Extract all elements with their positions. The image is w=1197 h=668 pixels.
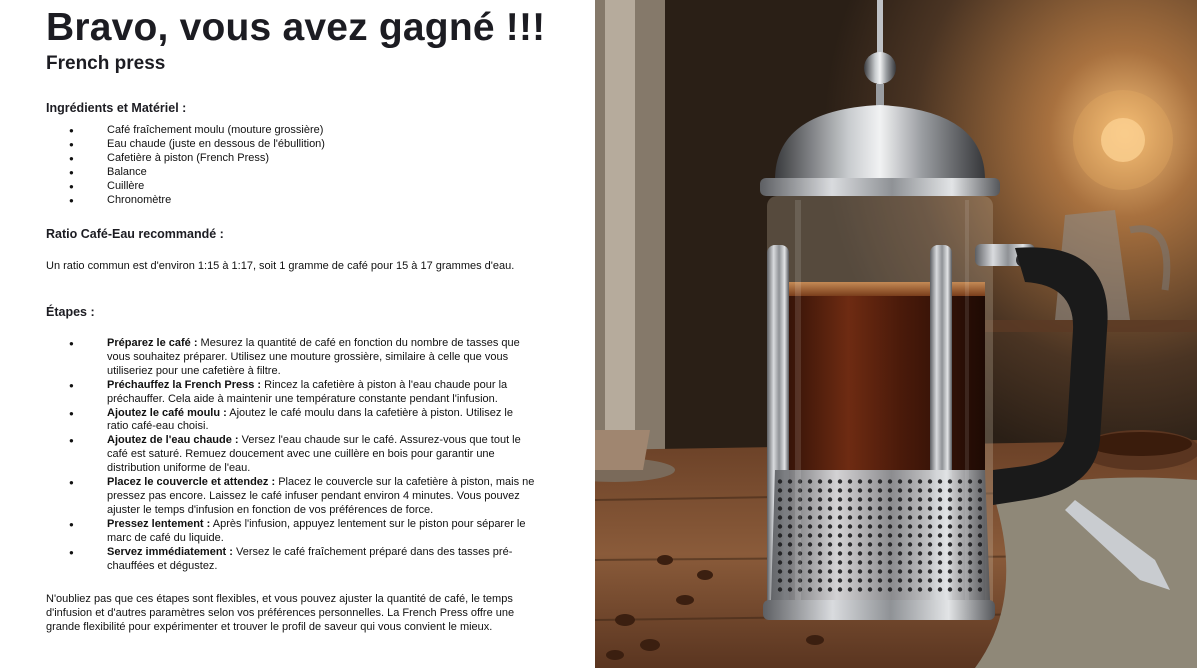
page-subtitle: French press: [46, 53, 166, 74]
step-item: Préchauffez la French Press : Rincez la …: [46, 379, 536, 407]
ingredients-list: Café fraîchement moulu (mouture grossièr…: [46, 124, 325, 207]
step-item: Préparez le café : Mesurez la quantité d…: [46, 337, 536, 379]
steps-list: Préparez le café : Mesurez la quantité d…: [46, 337, 536, 573]
step-item: Servez immédiatement : Versez le café fr…: [46, 546, 536, 574]
ingredients-heading: Ingrédients et Matériel :: [46, 101, 187, 115]
list-item: Cuillère: [46, 180, 325, 194]
list-item: Café fraîchement moulu (mouture grossièr…: [46, 124, 325, 138]
list-item: Chronomètre: [46, 194, 325, 208]
list-item: Balance: [46, 166, 325, 180]
list-item: Eau chaude (juste en dessous de l'ébulli…: [46, 138, 325, 152]
ratio-text: Un ratio commun est d'environ 1:15 à 1:1…: [46, 260, 515, 272]
french-press-photo: [595, 0, 1197, 668]
step-label: Ajoutez le café moulu :: [107, 406, 227, 419]
step-item: Pressez lentement : Après l'infusion, ap…: [46, 518, 536, 546]
step-label: Servez immédiatement :: [107, 545, 233, 558]
step-label: Pressez lentement :: [107, 517, 211, 530]
recipe-panel: Bravo, vous avez gagné !!! French press …: [0, 0, 595, 668]
french-press-illustration: [595, 0, 1197, 668]
step-label: Préchauffez la French Press :: [107, 378, 262, 391]
step-label: Préparez le café :: [107, 337, 198, 349]
step-item: Ajoutez le café moulu : Ajoutez le café …: [46, 407, 536, 435]
step-label: Placez le couvercle et attendez :: [107, 476, 276, 489]
step-item: Ajoutez de l'eau chaude : Versez l'eau c…: [46, 434, 536, 476]
list-item: Cafetière à piston (French Press): [46, 152, 325, 166]
ratio-heading: Ratio Café-Eau recommandé :: [46, 227, 224, 241]
closing-note: N'oubliez pas que ces étapes sont flexib…: [46, 593, 515, 633]
step-item: Placez le couvercle et attendez : Placez…: [46, 476, 536, 518]
steps-heading: Étapes :: [46, 305, 95, 319]
step-label: Ajoutez de l'eau chaude :: [107, 434, 239, 447]
page-title: Bravo, vous avez gagné !!!: [46, 6, 546, 49]
